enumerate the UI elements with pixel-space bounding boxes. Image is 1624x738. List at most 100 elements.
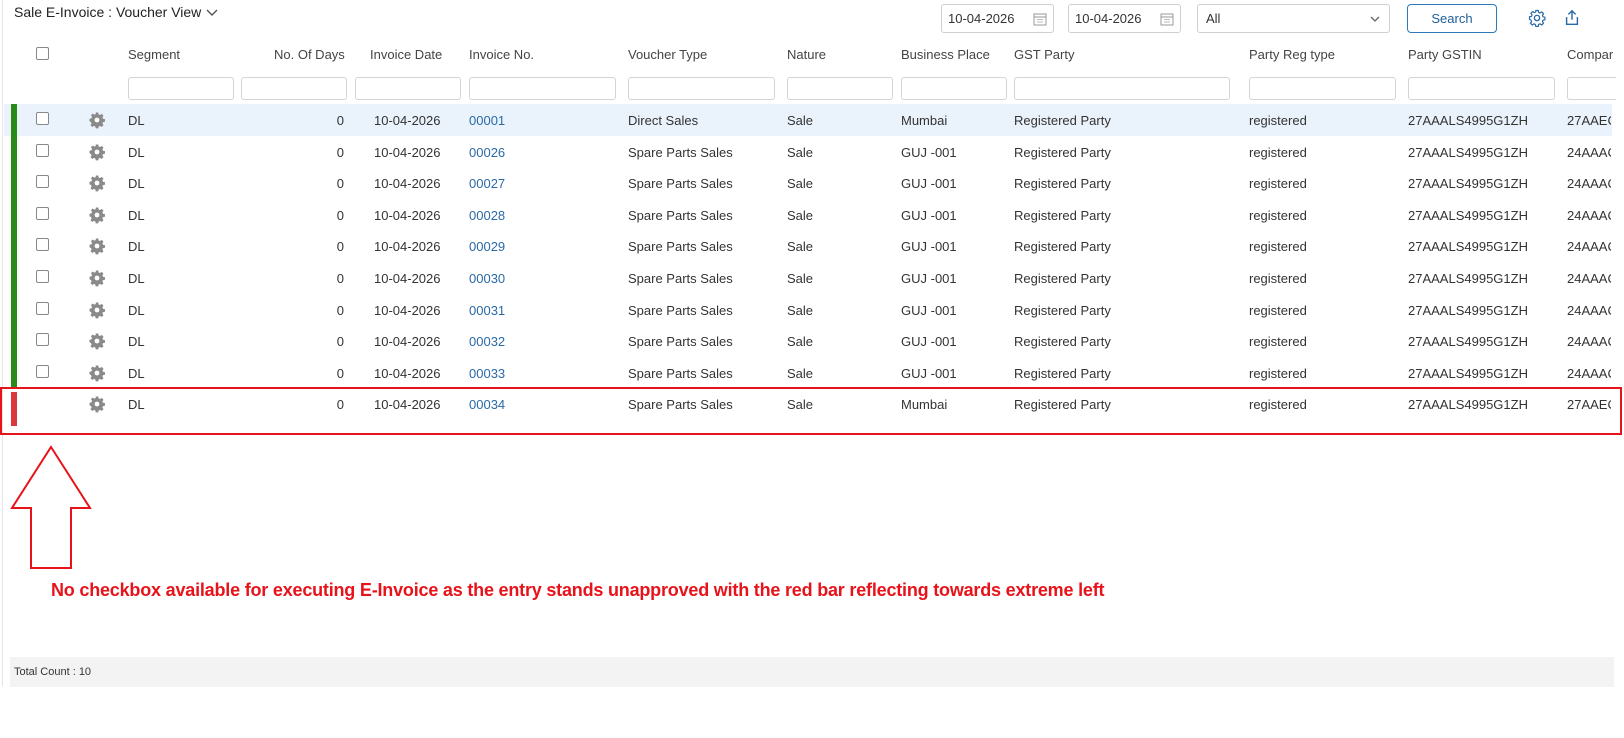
calendar-icon[interactable]: [1033, 12, 1047, 26]
column-header-party-reg-type[interactable]: Party Reg type: [1249, 47, 1335, 62]
table-row[interactable]: DL 0 10-04-2026 00030 Spare Parts Sales Sale G…: [4, 262, 1612, 294]
column-header-days[interactable]: No. Of Days: [274, 47, 345, 62]
cell-invoice-no[interactable]: 00029: [469, 239, 505, 254]
gear-icon[interactable]: [88, 174, 106, 192]
cell-invoice-no[interactable]: 00027: [469, 176, 505, 191]
cell-days: 0: [336, 302, 344, 318]
row-checkbox[interactable]: [36, 333, 49, 347]
table-row[interactable]: DL 0 10-04-2026 00031 Spare Parts Sales Sale G…: [4, 293, 1612, 326]
cell-party-gstin: 27AAALS4995G1ZH: [1408, 365, 1528, 381]
filter-input-company[interactable]: [1567, 77, 1616, 100]
cell-segment: DL: [128, 176, 145, 192]
row-checkbox[interactable]: [36, 206, 49, 220]
column-header-party-gstin[interactable]: Party GSTIN: [1408, 47, 1482, 62]
chevron-down-icon[interactable]: [205, 5, 219, 19]
filter-input-business-place[interactable]: [901, 77, 1007, 100]
from-date-input[interactable]: 10-04-2026: [941, 4, 1054, 33]
cell-nature: Sale: [787, 365, 814, 381]
column-header-segment[interactable]: Segment: [128, 47, 180, 62]
row-checkbox[interactable]: [36, 238, 49, 252]
cell-voucher-type: Spare Parts Sales: [628, 334, 733, 350]
filter-input-days[interactable]: [241, 77, 347, 100]
gear-icon[interactable]: [88, 269, 106, 287]
row-checkbox[interactable]: [36, 301, 49, 315]
annotation-text: No checkbox available for executing E-In…: [51, 580, 1105, 600]
cell-invoice-no[interactable]: 00032: [469, 334, 505, 349]
status-bar: [11, 198, 17, 231]
cell-days: 0: [336, 144, 344, 160]
row-checkbox[interactable]: [36, 143, 49, 157]
cell-voucher-type: Spare Parts Sales: [628, 302, 733, 318]
filter-input-segment[interactable]: [128, 77, 234, 100]
calendar-icon[interactable]: [1160, 12, 1174, 26]
column-header-invoice-date[interactable]: Invoice Date: [370, 47, 442, 62]
column-header-voucher-type[interactable]: Voucher Type: [628, 47, 707, 62]
gear-icon[interactable]: [88, 143, 106, 161]
cell-nature: Sale: [787, 271, 814, 286]
table-row[interactable]: DL 0 10-04-2026 00027 Spare Parts Sales Sale G…: [4, 167, 1612, 200]
cell-invoice-no[interactable]: 00031: [469, 303, 505, 318]
cell-segment: DL: [128, 365, 145, 381]
cell-company: 24AAAC: [1567, 302, 1611, 318]
gear-icon[interactable]: [88, 111, 106, 129]
cell-invoice-no[interactable]: 00030: [469, 271, 505, 286]
to-date-input[interactable]: 10-04-2026: [1068, 4, 1181, 33]
gear-icon[interactable]: [88, 364, 106, 382]
gear-icon: [1528, 9, 1546, 27]
search-button[interactable]: Search: [1407, 4, 1497, 33]
gear-icon[interactable]: [88, 237, 106, 255]
settings-button[interactable]: [1527, 8, 1547, 28]
export-button[interactable]: [1562, 8, 1582, 28]
filter-select[interactable]: All: [1197, 4, 1390, 33]
gear-icon[interactable]: [88, 332, 106, 350]
cell-nature: Sale: [787, 144, 814, 160]
table-row[interactable]: DL 0 10-04-2026 00033 Spare Parts Sales Sale G…: [4, 356, 1612, 389]
status-bar: [11, 135, 17, 168]
cell-invoice-no[interactable]: 00001: [469, 113, 505, 128]
column-header-business-place[interactable]: Business Place: [901, 47, 990, 62]
cell-company: 24AAAC: [1567, 271, 1611, 286]
cell-voucher-type: Direct Sales: [628, 113, 699, 128]
cell-invoice-date: 10-04-2026: [374, 207, 441, 223]
column-header-gst-party[interactable]: GST Party: [1014, 47, 1074, 62]
cell-invoice-date: 10-04-2026: [374, 302, 441, 318]
cell-nature: Sale: [787, 207, 814, 223]
filter-input-party-reg-type[interactable]: [1249, 77, 1396, 100]
filter-input-voucher-type[interactable]: [628, 77, 775, 100]
row-checkbox[interactable]: [36, 112, 49, 125]
select-all-checkbox[interactable]: [36, 47, 49, 60]
cell-invoice-no[interactable]: 00026: [469, 145, 505, 160]
filter-input-gst-party[interactable]: [1014, 77, 1230, 100]
table-footer: Total Count : 10: [10, 657, 1614, 687]
status-bar: [11, 356, 17, 389]
from-date-value: 10-04-2026: [948, 11, 1015, 26]
row-checkbox[interactable]: [36, 364, 49, 378]
cell-invoice-no[interactable]: 00033: [469, 366, 505, 381]
page-title[interactable]: Sale E-Invoice : Voucher View: [14, 4, 219, 20]
cell-segment: DL: [128, 207, 145, 223]
table-row[interactable]: DL 0 10-04-2026 00032 Spare Parts Sales Sale G…: [4, 325, 1612, 358]
cell-party-gstin: 27AAALS4995G1ZH: [1408, 334, 1528, 350]
cell-company: 24AAAC: [1567, 334, 1611, 350]
cell-invoice-no[interactable]: 00028: [469, 208, 505, 223]
cell-party-reg-type: registered: [1249, 113, 1307, 128]
cell-company: 24AAAC: [1567, 176, 1611, 192]
table-row[interactable]: DL 0 10-04-2026 00029 Spare Parts Sales Sale G…: [4, 230, 1612, 263]
filter-input-invoice-no[interactable]: [469, 77, 616, 100]
row-checkbox[interactable]: [36, 270, 49, 283]
column-header-nature[interactable]: Nature: [787, 47, 826, 62]
table-row[interactable]: DL 0 10-04-2026 00001 Direct Sales Sale Mumbai…: [4, 104, 1612, 136]
row-checkbox[interactable]: [36, 175, 49, 189]
column-header-company[interactable]: Compar: [1567, 47, 1617, 62]
gear-icon[interactable]: [88, 301, 106, 319]
table-row[interactable]: DL 0 10-04-2026 00028 Spare Parts Sales Sale G…: [4, 198, 1612, 231]
cell-voucher-type: Spare Parts Sales: [628, 239, 733, 255]
cell-segment: DL: [128, 334, 145, 350]
filter-input-invoice-date[interactable]: [355, 77, 461, 100]
cell-days: 0: [336, 176, 344, 192]
gear-icon[interactable]: [88, 206, 106, 224]
filter-input-nature[interactable]: [787, 77, 893, 100]
filter-input-party-gstin[interactable]: [1408, 77, 1555, 100]
table-row[interactable]: DL 0 10-04-2026 00026 Spare Parts Sales Sale G…: [4, 135, 1612, 168]
column-header-invoice-no[interactable]: Invoice No.: [469, 47, 534, 62]
